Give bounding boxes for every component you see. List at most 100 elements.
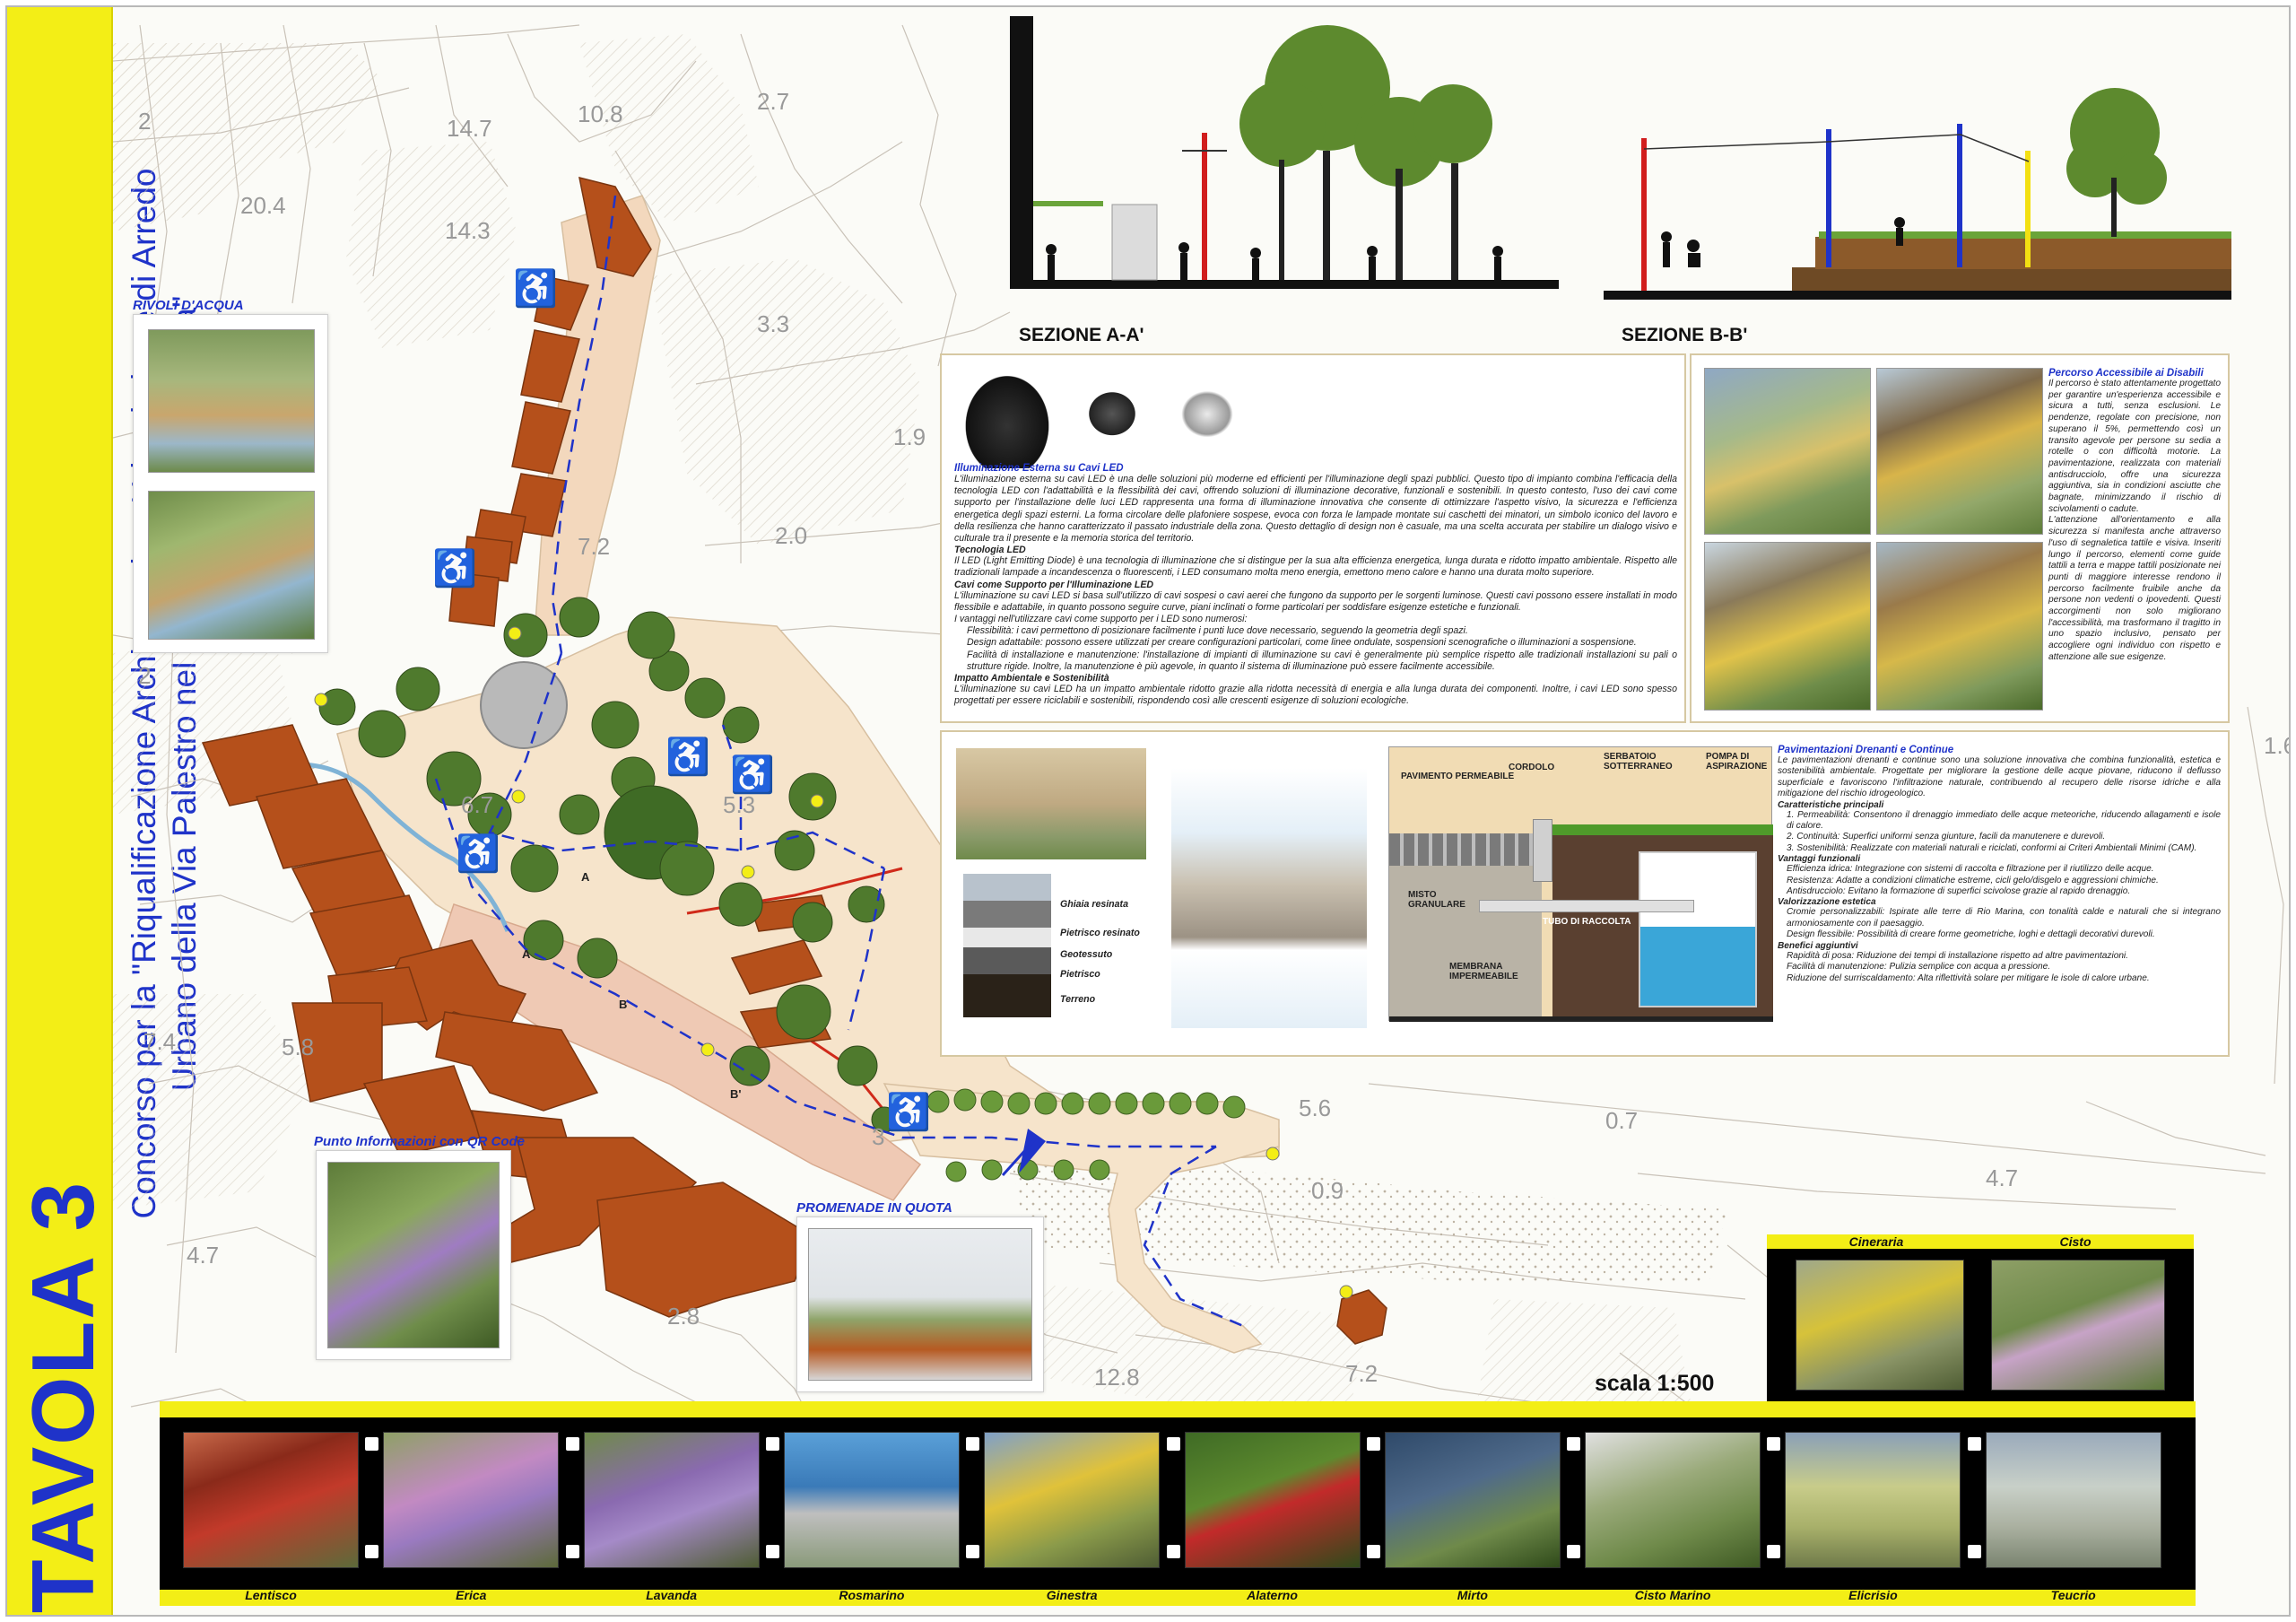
plant-photo	[583, 1432, 760, 1568]
water-channel-photo	[148, 329, 315, 473]
paving-heading: Caratteristiche principali	[1778, 799, 1884, 810]
plant-name: Rosmarino	[839, 1588, 905, 1602]
section-marker: A	[522, 947, 531, 961]
layer-label: Pietrisco	[1060, 969, 1100, 980]
wheelchair-icon: ♿	[665, 737, 710, 777]
elevation-label: 6.7	[461, 791, 494, 818]
plant-name: Teucrio	[2050, 1588, 2096, 1602]
access-photo	[1876, 368, 2043, 535]
led-bullet: Facilità di installazione e manutenzione…	[967, 649, 1677, 672]
paving-text: Pavimentazioni Drenanti e Continue Le pa…	[1778, 745, 2221, 984]
paving-layers	[963, 874, 1051, 1017]
paving-title: Pavimentazioni Drenanti e Continue	[1778, 745, 1954, 755]
plant-name: Cineraria	[1848, 1234, 1904, 1249]
access-photo	[1876, 542, 2043, 711]
lamp-photo	[1076, 380, 1148, 436]
plant-photo	[1796, 1260, 1964, 1391]
layer-label: Geotessuto	[1060, 949, 1113, 960]
sprocket-hole	[1967, 1545, 1981, 1558]
sprocket-hole	[966, 1437, 980, 1451]
elevation-label: 7.4	[144, 1028, 177, 1055]
sprocket-hole	[365, 1437, 379, 1451]
rivoli-label: RIVOLI D'ACQUA	[133, 298, 244, 313]
access-para-2: L'attenzione all'orientamento e alla sic…	[2048, 515, 2221, 662]
elevation-label: 4.7	[187, 1242, 220, 1269]
plant-photo	[1184, 1432, 1361, 1568]
elevation-label: 2	[138, 662, 152, 689]
access-text: Percorso Accessibile ai Disabili Il perc…	[2048, 368, 2221, 664]
led-text: Illuminazione Esterna su Cavi LED L'illu…	[954, 463, 1677, 707]
elevation-label: 7.2	[1345, 1360, 1378, 1387]
sprocket-hole	[1967, 1437, 1981, 1451]
paving-item: Facilità di manutenzione: Pulizia sempli…	[1787, 962, 2051, 972]
promenade-label: PROMENADE IN QUOTA	[796, 1200, 952, 1216]
paving-item: Design flessibile: Possibilità di creare…	[1787, 929, 2155, 940]
paving-heading: Vantaggi funzionali	[1778, 854, 1861, 865]
sprocket-hole	[565, 1545, 579, 1558]
elevation-label: 0.9	[1311, 1177, 1344, 1204]
plant-name: Cisto Marino	[1634, 1588, 1711, 1602]
led-intro: L'illuminazione esterna su cavi LED è un…	[954, 474, 1677, 545]
access-photo	[1704, 542, 1871, 711]
sprocket-hole	[1366, 1437, 1380, 1451]
access-title: Percorso Accessibile ai Disabili	[2048, 368, 2204, 379]
sprocket-hole	[765, 1437, 779, 1451]
plant-photo	[1585, 1432, 1761, 1568]
diagram-label: MISTO GRANULARE	[1408, 890, 1465, 910]
sprocket-hole	[565, 1437, 579, 1451]
diagram-label: POMPA DI ASPIRAZIONE	[1706, 752, 1768, 772]
sprocket-hole	[1767, 1545, 1781, 1558]
board: Concorso per la "Riqualificazione Archit…	[5, 5, 2291, 1617]
elevation-label: 20.4	[240, 192, 286, 219]
sprocket-hole	[1166, 1437, 1180, 1451]
plant-name: Lentisco	[245, 1588, 297, 1602]
plant-photo	[1785, 1432, 1961, 1568]
led-para-2: L'illuminazione su cavi LED si basa sull…	[954, 589, 1677, 613]
elevation-label: 14.7	[447, 115, 492, 142]
elevation-label: 2.8	[667, 1303, 700, 1330]
paving-item: 2. Continuità: Superfici uniformi senza …	[1787, 832, 2106, 842]
rivoli-inset	[133, 314, 328, 653]
sprocket-hole	[966, 1545, 980, 1558]
plant-photo	[783, 1432, 960, 1568]
sprocket-hole	[1166, 1545, 1180, 1558]
section-marker: B'	[730, 1087, 742, 1101]
section-marker: A	[581, 870, 590, 884]
paving-item: Antisdrucciolo: Evitano la formazione di…	[1787, 886, 2131, 897]
sprocket-hole	[365, 1545, 379, 1558]
layer-label: Pietrisco resinato	[1060, 928, 1140, 938]
tavola-number: TAVOLA 3	[13, 1180, 112, 1614]
scale-label: scala 1:500	[1595, 1371, 1715, 1396]
film-strip-plants: Lentisco Erica Lavanda Rosmarino Ginestra Ala…	[160, 1401, 2196, 1606]
paving-heading: Benefici aggiuntivi	[1778, 940, 1858, 951]
paving-item: 1. Permeabilità: Consentono il drenaggio…	[1787, 809, 2221, 832]
elevation-label: 5.6	[1299, 1094, 1332, 1121]
qr-photo	[327, 1162, 500, 1348]
diagram-label: PAVIMENTO PERMEABILE	[1401, 772, 1515, 781]
plant-photo	[1384, 1432, 1561, 1568]
plant-photo	[383, 1432, 560, 1568]
sprocket-hole	[1567, 1437, 1581, 1451]
diagram-label: CORDOLO	[1509, 763, 1555, 772]
sprocket-hole	[765, 1545, 779, 1558]
plant-name: Cisto	[2059, 1234, 2092, 1249]
drainage-infographic	[1171, 768, 1367, 1028]
diagram-label: TUBO DI RACCOLTA	[1543, 917, 1631, 927]
paving-item: 3. Sostenibilità: Realizzate con materia…	[1787, 842, 2197, 853]
elevation-label: 5.8	[282, 1033, 315, 1060]
title-band: Concorso per la "Riqualificazione Archit…	[7, 7, 203, 1615]
elevation-label: 0.7	[1605, 1107, 1639, 1134]
elevation-label: 1.9	[893, 423, 926, 450]
led-heading-2: Cavi come Supporto per l'Illuminazione L…	[954, 579, 1154, 590]
plant-name: Alaterno	[1247, 1588, 1298, 1602]
elevation-label: 3.3	[757, 310, 790, 337]
elevation-label: 2	[138, 108, 152, 135]
section-aa-title: SEZIONE A-A'	[1019, 325, 1144, 345]
section-marker: B	[619, 998, 628, 1011]
led-bullet: Flessibilità: i cavi permettono di posiz…	[967, 625, 1468, 637]
elevation-label: 2.7	[757, 88, 790, 115]
wheelchair-icon: ♿	[456, 834, 500, 874]
paving-heading: Valorizzazione estetica	[1778, 897, 1876, 908]
elevation-label: 4.7	[1986, 1164, 2019, 1191]
section-aa-drawing	[1010, 16, 1559, 289]
